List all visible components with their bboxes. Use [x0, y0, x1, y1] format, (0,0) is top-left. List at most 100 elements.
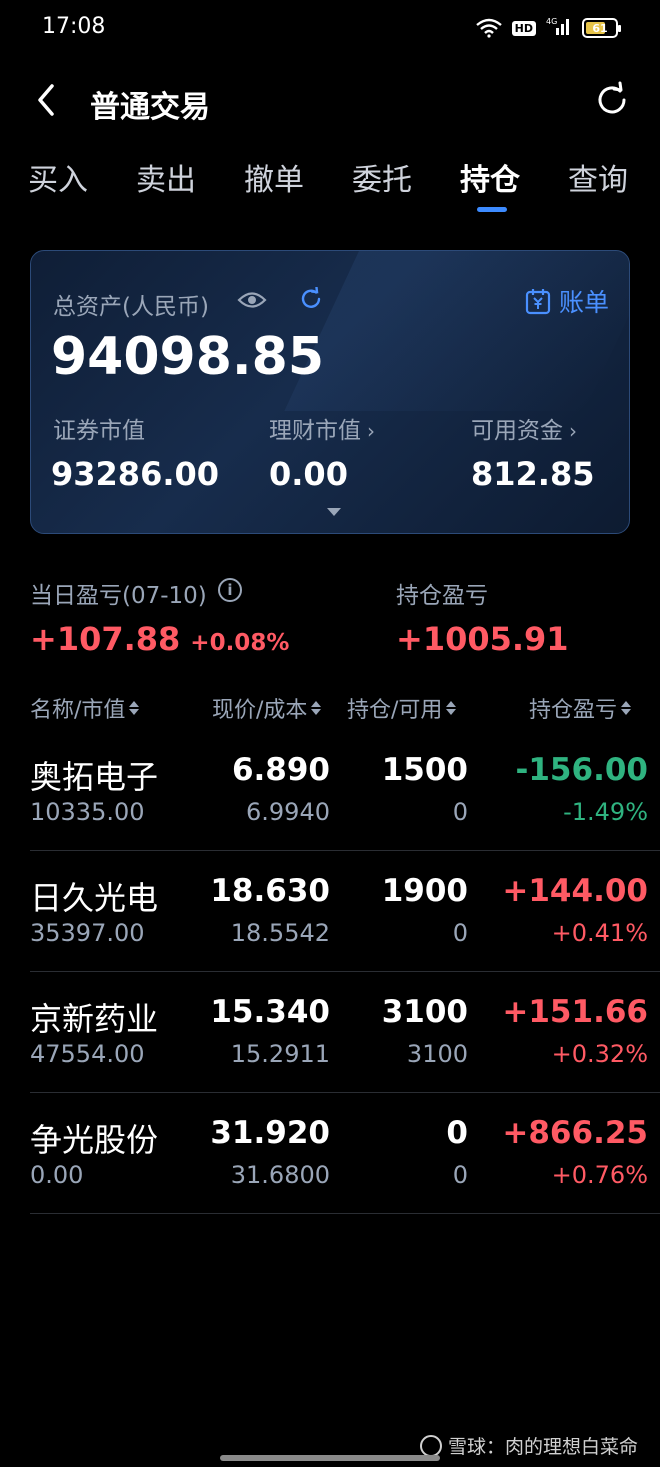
securities-value: 93286.00: [51, 455, 220, 493]
header-qty-label: 持仓/可用: [347, 698, 443, 723]
securities-value-label: 证券市值: [53, 418, 145, 444]
market-value: 47554.00: [30, 1040, 145, 1068]
chevron-right-icon: ›: [367, 419, 375, 443]
market-value: 35397.00: [30, 919, 145, 947]
holdings-table-header: 名称/市值 现价/成本 持仓/可用 持仓盈亏: [0, 688, 660, 728]
market-value: 10335.00: [30, 798, 145, 826]
status-time: 17:08: [42, 14, 106, 39]
sort-icon: [446, 701, 457, 715]
tab-buy[interactable]: 买入: [28, 155, 88, 199]
holding-qty: 1500: [381, 752, 468, 788]
cellular-signal-icon: 4G: [546, 16, 572, 40]
available-qty: 3100: [406, 1040, 468, 1068]
table-row[interactable]: 奥拓电子 10335.00 6.890 6.9940 1500 0 -156.0…: [0, 730, 660, 851]
xueqiu-logo-icon: [419, 1434, 442, 1457]
holding-pnl-value: +1005.91: [396, 620, 569, 658]
current-price: 6.890: [231, 752, 330, 788]
battery-level: 61: [592, 21, 608, 35]
holding-pnl-label: 持仓盈亏: [396, 583, 488, 609]
watermark: 雪球：肉的理想白菜命: [419, 1432, 638, 1459]
expand-down-icon[interactable]: [327, 508, 341, 516]
tab-query[interactable]: 查询: [568, 155, 628, 199]
asset-summary-card: 总资产(人民币) 账单 94098.85 证券市值 理财市值 › 可用资金 › 93…: [30, 250, 630, 534]
holding-qty: 3100: [381, 994, 468, 1030]
header-price-label: 现价/成本: [212, 698, 308, 723]
status-icons: HD 4G 61: [475, 16, 621, 40]
holding-pnl: +144.00: [502, 873, 648, 909]
wealth-value-link[interactable]: 理财市值 ›: [269, 411, 375, 445]
cost-price: 18.5542: [230, 919, 330, 947]
refresh-icon: [598, 81, 626, 114]
holding-pnl-percent: +0.32%: [551, 1040, 648, 1068]
chevron-right-icon: ›: [569, 419, 577, 443]
cost-price: 31.6800: [230, 1161, 330, 1189]
daily-pnl-percent: +0.08%: [190, 630, 290, 656]
current-price: 15.340: [210, 994, 330, 1030]
watermark-text: 雪球：肉的理想白菜命: [447, 1436, 638, 1458]
active-tab-indicator: [477, 207, 507, 212]
trade-tabs: 买入 卖出 撤单 委托 持仓 查询: [0, 155, 660, 215]
card-refresh-icon[interactable]: [299, 287, 323, 311]
table-row[interactable]: 争光股份 0.00 31.920 31.6800 0 0 +866.25 +0.…: [0, 1093, 660, 1214]
wealth-value: 0.00: [269, 455, 348, 493]
info-icon[interactable]: i: [218, 578, 242, 602]
sort-pnl-header[interactable]: 持仓盈亏: [529, 692, 632, 724]
available-funds-value: 812.85: [471, 455, 595, 493]
sort-name-header[interactable]: 名称/市值: [30, 692, 140, 724]
daily-pnl-amount: +107.88: [30, 620, 181, 658]
pnl-summary: 当日盈亏(07-10) i 持仓盈亏 +107.88 +0.08% +1005.9…: [0, 570, 660, 670]
sort-price-header[interactable]: 现价/成本: [212, 692, 322, 724]
holding-pnl-percent: -1.49%: [563, 798, 648, 826]
available-qty: 0: [452, 798, 468, 826]
available-funds-link[interactable]: 可用资金 ›: [471, 411, 577, 445]
battery-icon: 61: [582, 18, 621, 38]
holdings-list: 奥拓电子 10335.00 6.890 6.9940 1500 0 -156.0…: [0, 730, 660, 1214]
available-qty: 0: [452, 1161, 468, 1189]
table-row[interactable]: 日久光电 35397.00 18.630 18.5542 1900 0 +144…: [0, 851, 660, 972]
tab-cancel[interactable]: 撤单: [244, 155, 304, 199]
tab-orders[interactable]: 委托: [352, 155, 412, 199]
signal-bars-icon: 4G: [546, 17, 569, 35]
header-name-label: 名称/市值: [30, 698, 126, 723]
holding-pnl: +866.25: [502, 1115, 648, 1151]
chevron-left-icon: [38, 84, 54, 116]
total-assets-label: 总资产(人民币): [53, 294, 209, 320]
current-price: 18.630: [210, 873, 330, 909]
market-value: 0.00: [30, 1161, 84, 1189]
holding-qty: 1900: [381, 873, 468, 909]
daily-pnl-value: +107.88 +0.08%: [30, 620, 289, 658]
tab-sell[interactable]: 卖出: [136, 155, 196, 199]
back-button[interactable]: [32, 82, 64, 118]
header-pnl-label: 持仓盈亏: [529, 698, 618, 723]
stock-name: 日久光电: [30, 879, 159, 917]
eye-icon[interactable]: [237, 289, 267, 311]
sort-icon: [311, 701, 322, 715]
bill-icon: [525, 289, 551, 315]
cost-price: 6.9940: [246, 798, 330, 826]
holding-pnl: -156.00: [515, 752, 649, 788]
nav-bar: 普通交易: [0, 70, 660, 130]
holding-pnl-percent: +0.76%: [551, 1161, 648, 1189]
total-assets-value: 94098.85: [51, 327, 325, 387]
stock-name: 争光股份: [30, 1121, 159, 1159]
tab-positions[interactable]: 持仓: [460, 155, 520, 199]
table-row[interactable]: 京新药业 47554.00 15.340 15.2911 3100 3100 +…: [0, 972, 660, 1093]
bill-button[interactable]: 账单: [525, 283, 609, 319]
holding-pnl: +151.66: [502, 994, 648, 1030]
available-qty: 0: [452, 919, 468, 947]
sort-icon: [621, 701, 632, 715]
wifi-icon: [475, 18, 502, 38]
sort-icon: [129, 701, 140, 715]
home-indicator[interactable]: [220, 1455, 440, 1461]
page-title: 普通交易: [90, 90, 210, 125]
holding-qty: 0: [446, 1115, 468, 1151]
network-type: 4G: [546, 17, 557, 26]
refresh-button[interactable]: [592, 80, 632, 120]
bill-label: 账单: [558, 288, 609, 317]
sort-qty-header[interactable]: 持仓/可用: [347, 692, 457, 724]
holding-pnl-percent: +0.41%: [551, 919, 648, 947]
stock-name: 奥拓电子: [30, 758, 159, 796]
current-price: 31.920: [210, 1115, 330, 1151]
cost-price: 15.2911: [230, 1040, 330, 1068]
stock-name: 京新药业: [30, 1000, 159, 1038]
